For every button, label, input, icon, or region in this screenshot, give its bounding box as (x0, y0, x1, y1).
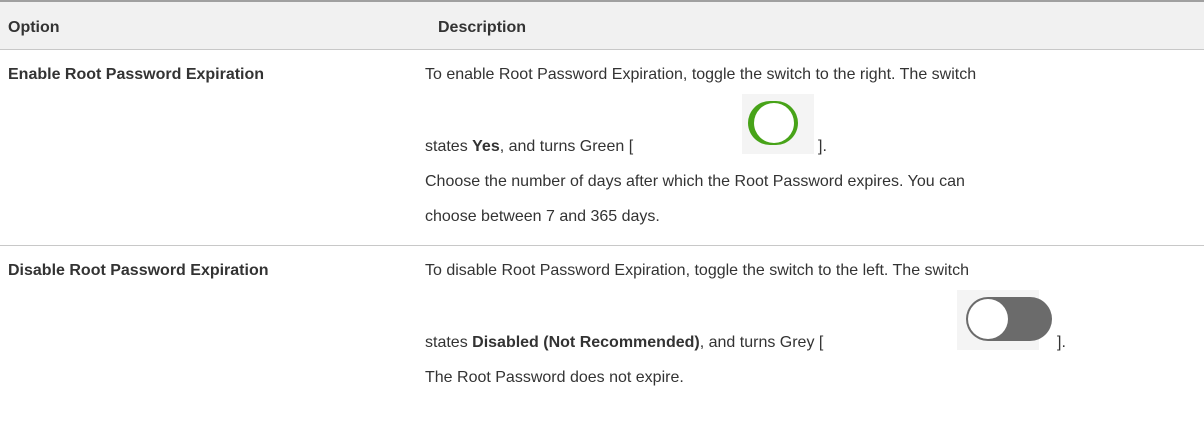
table-row-enable: Enable Root Password Expiration To enabl… (0, 50, 1204, 246)
table-row-disable: Disable Root Password Expiration To disa… (0, 246, 1204, 420)
state-value: Disabled (Not Recommended) (472, 334, 700, 351)
description-line: The Root Password does not expire. (425, 369, 684, 386)
option-label: Disable Root Password Expiration (8, 262, 269, 279)
toggle-on-icon (748, 101, 798, 145)
description-line: To enable Root Password Expiration, togg… (425, 66, 977, 83)
description-line: choose between 7 and 365 days. (425, 208, 660, 225)
header-description: Description (438, 19, 527, 36)
description-line: Choose the number of days after which th… (425, 173, 965, 190)
bracket-close: ]. (818, 138, 827, 155)
description-line: To disable Root Password Expiration, tog… (425, 262, 969, 279)
text-segment: , and turns Green [ (499, 138, 634, 155)
text-segment: , and turns Grey [ (699, 334, 824, 351)
description-line: states Disabled (Not Recommended), and t… (425, 334, 823, 352)
text-segment: states (425, 334, 473, 351)
description-line: states Yes, and turns Green [ (425, 138, 633, 156)
option-label: Enable Root Password Expiration (8, 66, 265, 83)
header-option: Option (8, 19, 60, 36)
bracket-close: ]. (1057, 334, 1066, 351)
table-header: Option Description (0, 0, 1204, 50)
text-segment: states (425, 138, 473, 155)
state-value: Yes (472, 138, 500, 155)
toggle-knob (754, 103, 794, 143)
toggle-knob (968, 299, 1008, 339)
toggle-off-icon (966, 297, 1052, 341)
options-table: Option Description Enable Root Password … (0, 0, 1204, 420)
